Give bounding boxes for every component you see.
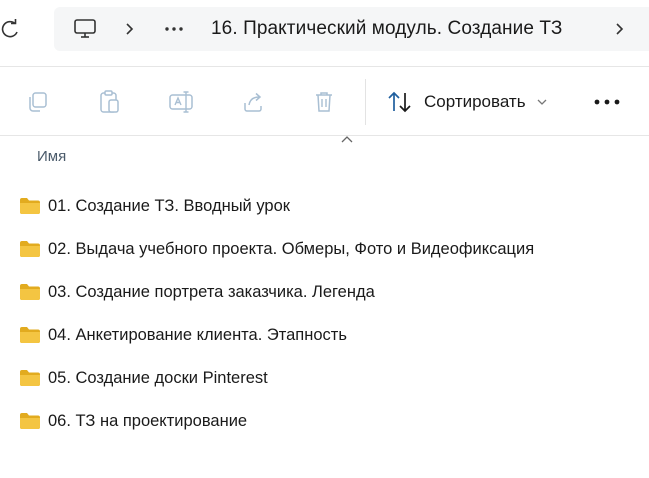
paste-button[interactable] [94, 87, 124, 117]
folder-icon [20, 327, 40, 343]
breadcrumb-next-button[interactable] [612, 7, 628, 51]
sort-arrows-icon [388, 91, 411, 113]
folder-icon [20, 284, 40, 300]
share-button[interactable] [238, 87, 268, 117]
list-item[interactable]: 05. Создание доски Pinterest [0, 357, 649, 399]
copy-button[interactable] [22, 87, 52, 117]
monitor-icon [74, 19, 96, 38]
copy-icon [29, 92, 47, 112]
chevron-right-icon [126, 23, 134, 35]
list-item[interactable]: 06. ТЗ на проектирование [0, 400, 649, 442]
list-item[interactable]: 03. Создание портрета заказчика. Легенда [0, 271, 649, 313]
breadcrumb-overflow-button[interactable] [160, 7, 188, 51]
command-bar-divider [365, 79, 366, 125]
folder-icon [20, 198, 40, 214]
command-bar: Сортировать [0, 66, 649, 136]
breadcrumb-separator[interactable] [122, 7, 138, 51]
column-header-name[interactable]: Имя [37, 148, 66, 165]
list-item[interactable]: 02. Выдача учебного проекта. Обмеры, Фот… [0, 228, 649, 270]
sort-label: Сортировать [424, 92, 526, 111]
file-name: 02. Выдача учебного проекта. Обмеры, Фот… [48, 239, 535, 258]
folder-icon [20, 241, 40, 257]
ellipsis-icon [165, 27, 183, 31]
breadcrumb[interactable]: 16. Практический модуль. Создание ТЗ [54, 7, 649, 51]
sort-ascending-caret-icon [341, 136, 353, 143]
chevron-down-icon [537, 99, 547, 105]
file-name: 03. Создание портрета заказчика. Легенда [48, 282, 375, 301]
this-pc-button[interactable] [70, 7, 100, 51]
file-name: 04. Анкетирование клиента. Этапность [48, 325, 347, 344]
sort-button[interactable]: Сортировать [386, 85, 548, 119]
file-name: 05. Создание доски Pinterest [48, 368, 268, 387]
folder-icon [20, 413, 40, 429]
delete-button[interactable] [309, 87, 339, 117]
file-name: 06. ТЗ на проектирование [48, 411, 248, 430]
address-area: 16. Практический модуль. Создание ТЗ [0, 0, 649, 62]
list-item[interactable]: 01. Создание ТЗ. Вводный урок [0, 185, 649, 227]
folder-icon [20, 370, 40, 386]
share-icon [244, 92, 262, 112]
refresh-icon [1, 19, 18, 38]
list-item[interactable]: 04. Анкетирование клиента. Этапность [0, 314, 649, 356]
file-explorer-window: 16. Практический модуль. Создание ТЗ Сор… [0, 0, 649, 478]
more-options-button[interactable] [590, 87, 624, 117]
trash-icon [316, 92, 332, 112]
refresh-button[interactable] [0, 14, 22, 46]
paste-icon [100, 90, 119, 113]
more-dots-icon [594, 99, 620, 105]
rename-button[interactable] [166, 87, 196, 117]
file-name: 01. Создание ТЗ. Вводный урок [48, 196, 290, 215]
chevron-right-icon [616, 23, 624, 35]
rename-icon [169, 91, 193, 113]
breadcrumb-current-folder[interactable]: 16. Практический модуль. Создание ТЗ [211, 7, 562, 51]
